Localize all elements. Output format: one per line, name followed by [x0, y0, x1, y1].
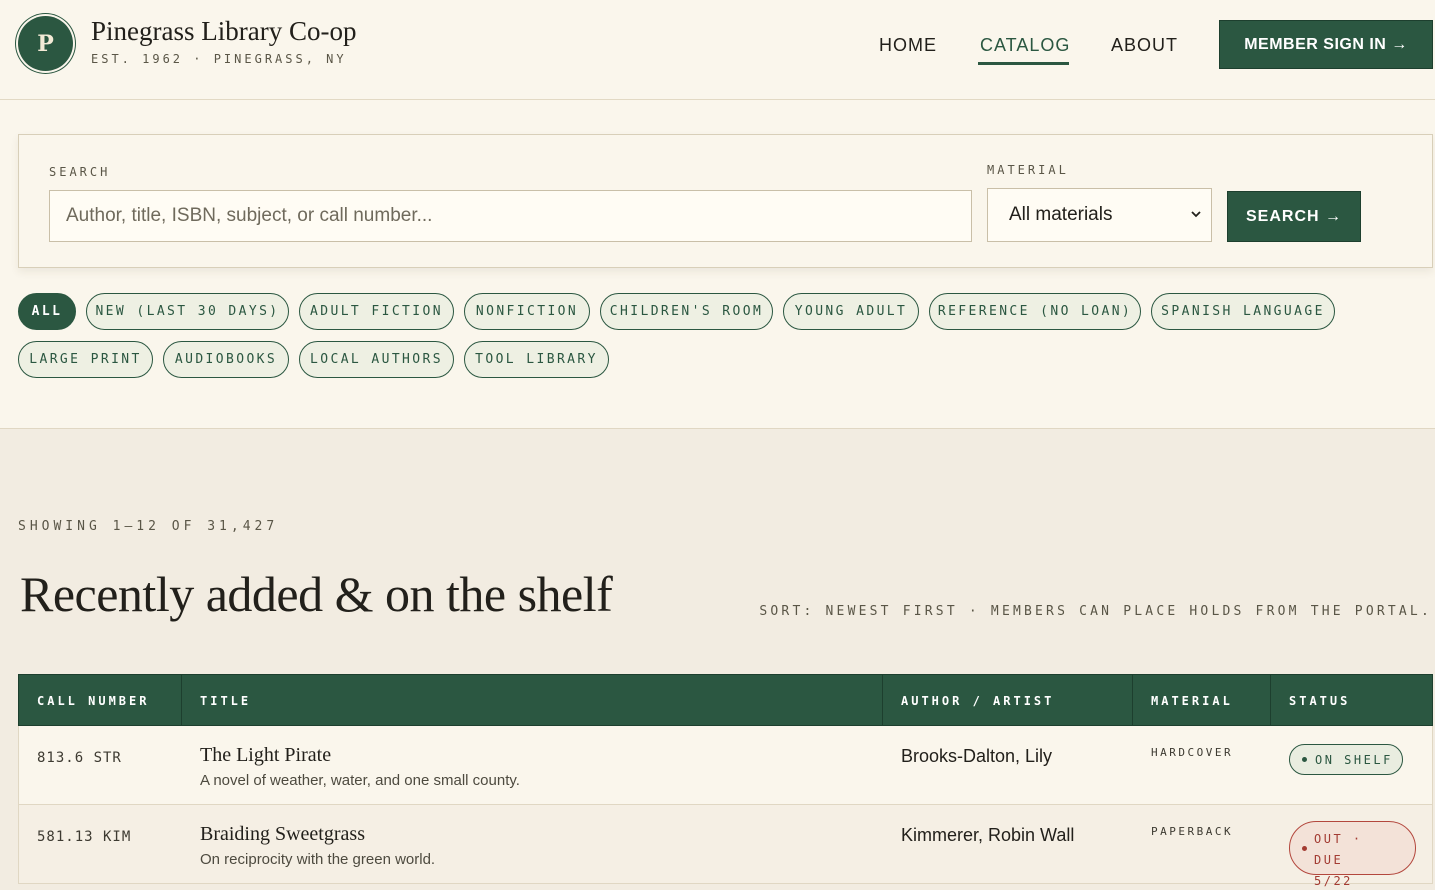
- chevron-down-icon: [1191, 211, 1201, 218]
- search-label: SEARCH: [49, 165, 111, 179]
- filter-chip-local-authors[interactable]: LOCAL AUTHORS: [299, 341, 454, 378]
- book-title-link[interactable]: Braiding Sweetgrass: [200, 823, 365, 846]
- status-badge: ON SHELF: [1289, 744, 1403, 775]
- filter-chip-nonfiction[interactable]: NONFICTION: [464, 293, 590, 330]
- material-label: MATERIAL: [987, 163, 1069, 177]
- status-due-date: 5/22: [1314, 874, 1353, 888]
- material-type: HARDCOVER: [1151, 746, 1234, 759]
- table-row[interactable]: 813.6 STR The Light Pirate A novel of we…: [18, 726, 1433, 805]
- call-number: 813.6 STR: [37, 750, 122, 766]
- column-header-status[interactable]: STATUS: [1271, 675, 1432, 727]
- table-header: CALL NUMBER TITLE AUTHOR / ARTIST MATERI…: [18, 674, 1433, 727]
- search-input[interactable]: Author, title, ISBN, subject, or call nu…: [49, 190, 972, 242]
- book-subtitle: On reciprocity with the green world.: [200, 851, 436, 868]
- material-select[interactable]: All materials: [987, 188, 1212, 242]
- results-heading: Recently added & on the shelf: [20, 566, 613, 622]
- status-text: OUT · DUE: [1314, 832, 1363, 867]
- call-number: 581.13 KIM: [37, 829, 132, 845]
- material-selected-value: All materials: [1009, 204, 1113, 225]
- status-dot-icon: [1302, 846, 1307, 851]
- table-row[interactable]: 581.13 KIM Braiding Sweetgrass On recipr…: [18, 805, 1433, 888]
- brand-name[interactable]: Pinegrass Library Co-op: [91, 16, 356, 47]
- filter-chip-tool-library[interactable]: TOOL LIBRARY: [464, 341, 609, 378]
- filter-chip-large-print[interactable]: LARGE PRINT: [18, 341, 153, 378]
- filter-chip-young-adult[interactable]: YOUNG ADULT: [783, 293, 919, 330]
- author-name[interactable]: Kimmerer, Robin Wall: [901, 825, 1074, 846]
- book-title-link[interactable]: The Light Pirate: [200, 744, 331, 767]
- nav-home[interactable]: HOME: [879, 35, 937, 56]
- filter-chip-audiobooks[interactable]: AUDIOBOOKS: [163, 341, 289, 378]
- column-header-title[interactable]: TITLE: [182, 675, 883, 727]
- status-dot-icon: [1302, 757, 1307, 762]
- library-logo[interactable]: P: [18, 16, 73, 71]
- search-button[interactable]: SEARCH →: [1227, 191, 1361, 242]
- filter-chip-adult-fiction[interactable]: ADULT FICTION: [299, 293, 454, 330]
- member-sign-in-button[interactable]: MEMBER SIGN IN →: [1219, 20, 1433, 69]
- book-subtitle: A novel of weather, water, and one small…: [200, 772, 520, 789]
- material-type: PAPERBACK: [1151, 825, 1234, 838]
- column-header-author[interactable]: AUTHOR / ARTIST: [883, 675, 1133, 727]
- site-header: P Pinegrass Library Co-op EST. 1962 · PI…: [0, 0, 1435, 100]
- status-text: ON SHELF: [1315, 752, 1393, 767]
- filter-chip-spanish-language[interactable]: SPANISH LANGUAGE: [1151, 293, 1335, 330]
- results-count: SHOWING 1–12 OF 31,427: [18, 519, 279, 534]
- author-name[interactable]: Brooks-Dalton, Lily: [901, 746, 1052, 767]
- nav-active-indicator: [978, 62, 1069, 65]
- nav-about[interactable]: ABOUT: [1111, 35, 1178, 56]
- sort-note: SORT: NEWEST FIRST · MEMBERS CAN PLACE H…: [759, 604, 1432, 619]
- column-header-call-number[interactable]: CALL NUMBER: [19, 675, 182, 727]
- column-header-material[interactable]: MATERIAL: [1133, 675, 1271, 727]
- filter-chip-new[interactable]: NEW (LAST 30 DAYS): [86, 293, 289, 330]
- nav-catalog[interactable]: CATALOG: [980, 35, 1070, 56]
- filter-chip-all[interactable]: ALL: [18, 293, 76, 330]
- filter-chip-reference[interactable]: REFERENCE (NO LOAN): [929, 293, 1141, 330]
- brand-tagline: EST. 1962 · PINEGRASS, NY: [91, 52, 347, 66]
- status-badge: OUT · DUE 5/22: [1289, 821, 1416, 888]
- filter-chip-childrens-room[interactable]: CHILDREN'S ROOM: [600, 293, 773, 330]
